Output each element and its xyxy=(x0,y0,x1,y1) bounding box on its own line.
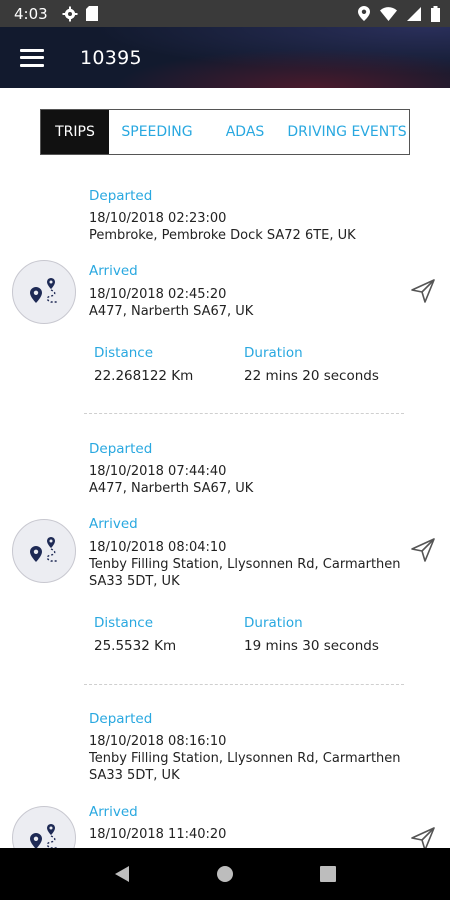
settings-icon xyxy=(62,6,78,21)
system-nav-bar xyxy=(0,848,450,900)
app-bar: 10395 xyxy=(0,27,450,88)
trip-card[interactable]: Departed 18/10/2018 07:44:40 A477, Narbe… xyxy=(0,423,450,693)
page-title: 10395 xyxy=(80,46,142,69)
send-icon[interactable] xyxy=(410,826,436,848)
arrived-address: A477, Narberth SA67, UK xyxy=(89,304,254,319)
battery-icon xyxy=(431,5,440,22)
departed-time: 18/10/2018 07:44:40 xyxy=(89,464,227,479)
departed-label: Departed xyxy=(89,711,153,727)
departed-address-line2: SA33 5DT, UK xyxy=(89,768,180,783)
tab-speeding[interactable]: SPEEDING xyxy=(109,110,205,154)
arrived-address-line1: Tenby Filling Station, Llysonnen Rd, Car… xyxy=(89,557,401,572)
route-pins-icon xyxy=(12,806,76,848)
departed-label: Departed xyxy=(89,441,153,457)
duration-label: Duration xyxy=(244,615,303,631)
send-icon[interactable] xyxy=(410,537,436,563)
departed-address: Pembroke, Pembroke Dock SA72 6TE, UK xyxy=(89,228,356,243)
arrived-label: Arrived xyxy=(89,516,138,532)
location-icon xyxy=(358,6,370,21)
trip-card[interactable]: Departed 18/10/2018 08:16:10 Tenby Filli… xyxy=(0,693,450,848)
home-icon[interactable] xyxy=(213,862,237,886)
hamburger-menu-icon[interactable] xyxy=(20,48,44,67)
arrived-address-line2: SA33 5DT, UK xyxy=(89,574,180,589)
signal-icon xyxy=(407,6,421,21)
distance-value: 25.5532 Km xyxy=(94,638,177,654)
duration-value: 19 mins 30 seconds xyxy=(244,638,379,654)
distance-label: Distance xyxy=(94,615,154,631)
arrived-label: Arrived xyxy=(89,263,138,279)
distance-value: 22.268122 Km xyxy=(94,368,194,384)
tab-bar: TRIPS SPEEDING ADAS DRIVING EVENTS xyxy=(40,109,410,155)
departed-address-line1: Tenby Filling Station, Llysonnen Rd, Car… xyxy=(89,751,401,766)
arrived-label: Arrived xyxy=(89,804,138,820)
tab-adas[interactable]: ADAS xyxy=(205,110,285,154)
departed-time: 18/10/2018 02:23:00 xyxy=(89,211,227,226)
departed-address: A477, Narberth SA67, UK xyxy=(89,481,254,496)
trips-list: Departed 18/10/2018 02:23:00 Pembroke, P… xyxy=(0,170,450,848)
recents-icon[interactable] xyxy=(316,862,340,886)
distance-label: Distance xyxy=(94,345,154,361)
wifi-icon xyxy=(380,6,397,21)
departed-time: 18/10/2018 08:16:10 xyxy=(89,734,227,749)
duration-value: 22 mins 20 seconds xyxy=(244,368,379,384)
sd-card-icon xyxy=(85,6,98,21)
arrived-time: 18/10/2018 02:45:20 xyxy=(89,287,227,302)
tab-driving-events[interactable]: DRIVING EVENTS xyxy=(285,110,409,154)
route-pins-icon xyxy=(12,260,76,324)
tab-trips[interactable]: TRIPS xyxy=(41,110,109,154)
status-bar: 4:03 xyxy=(0,0,450,27)
back-icon[interactable] xyxy=(110,862,134,886)
departed-label: Departed xyxy=(89,188,153,204)
route-pins-icon xyxy=(12,519,76,583)
divider xyxy=(84,684,404,685)
arrived-time: 18/10/2018 08:04:10 xyxy=(89,540,227,555)
trip-card[interactable]: Departed 18/10/2018 02:23:00 Pembroke, P… xyxy=(0,170,450,420)
duration-label: Duration xyxy=(244,345,303,361)
arrived-time: 18/10/2018 11:40:20 xyxy=(89,827,227,842)
send-icon[interactable] xyxy=(410,278,436,304)
status-time: 4:03 xyxy=(14,4,48,23)
divider xyxy=(84,413,404,414)
